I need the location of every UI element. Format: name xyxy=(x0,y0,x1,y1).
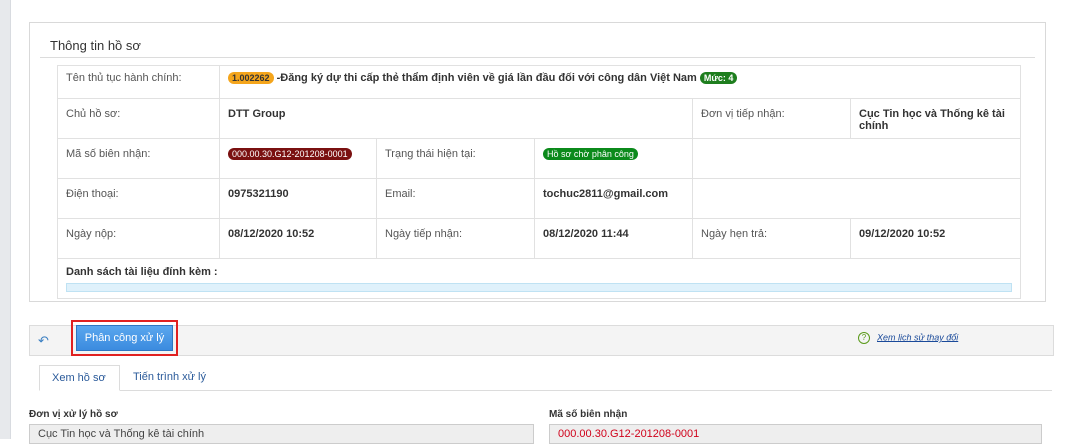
due-date-value: 09/12/2020 10:52 xyxy=(849,218,1022,259)
receipt-number-label: Mã số biên nhận xyxy=(549,409,628,420)
empty-cell xyxy=(691,178,1022,219)
email-value: tochuc2811@gmail.com xyxy=(534,178,693,219)
phone-value: 0975321190 xyxy=(219,178,377,219)
record-info-table: Tên thủ tục hành chính: 1.002262 -Đăng k… xyxy=(56,65,1022,299)
receipt-no-label: Mã số biên nhận: xyxy=(57,138,220,179)
table-row: Tên thủ tục hành chính: 1.002262 -Đăng k… xyxy=(57,65,1022,99)
panel-title: Thông tin hồ sơ xyxy=(50,38,141,53)
empty-cell xyxy=(691,138,1022,179)
procedure-value: 1.002262 -Đăng ký dự thi cấp thẻ thẩm đị… xyxy=(218,65,1022,99)
receipt-no-badge: 000.00.30.G12-201208-0001 xyxy=(228,148,352,160)
tab-view-record[interactable]: Xem hồ sơ xyxy=(39,365,120,391)
owner-value: DTT Group xyxy=(219,98,693,139)
table-row: Chủ hồ sơ: DTT Group Đơn vị tiếp nhận: C… xyxy=(57,98,1022,139)
procedure-code-badge: 1.002262 xyxy=(228,72,274,84)
status-label: Trạng thái hiện tại: xyxy=(376,138,535,179)
procedure-name: -Đăng ký dự thi cấp thẻ thẩm định viên v… xyxy=(276,72,697,84)
tab-processing-progress[interactable]: Tiến trình xử lý xyxy=(121,365,218,389)
submit-date-label: Ngày nộp: xyxy=(57,218,220,259)
history-link-label: Xem lịch sử thay đổi xyxy=(877,332,959,343)
record-info-panel: Thông tin hồ sơ Tên thủ tục hành chính: … xyxy=(29,22,1046,302)
status-cell: Hồ sơ chờ phân công xyxy=(534,138,693,179)
panel-title-divider xyxy=(40,57,1035,58)
phone-label: Điện thoại: xyxy=(57,178,220,219)
receiving-unit-value: Cục Tin học và Thống kê tài chính xyxy=(849,98,1022,139)
attachments-list xyxy=(66,283,1013,292)
receipt-number-field[interactable]: 000.00.30.G12-201208-0001 xyxy=(549,424,1042,444)
assign-button-highlight: Phân công xử lý xyxy=(71,320,178,356)
table-row: Mã số biên nhận: 000.00.30.G12-201208-00… xyxy=(57,138,1022,179)
left-sidebar-strip xyxy=(0,0,10,439)
receipt-no-cell: 000.00.30.G12-201208-0001 xyxy=(219,138,377,179)
record-tabs: Xem hồ sơ Tiến trình xử lý xyxy=(39,365,1052,391)
assign-processing-button[interactable]: Phân công xử lý xyxy=(76,325,173,351)
due-date-label: Ngày hẹn trả: xyxy=(692,218,851,259)
action-toolbar: ↶ Phân công xử lý ? Xem lịch sử thay đổi xyxy=(29,320,1054,356)
history-link[interactable]: ? Xem lịch sử thay đổi xyxy=(858,332,958,344)
email-label: Email: xyxy=(376,178,535,219)
attachments-cell: Danh sách tài liệu đính kèm : xyxy=(56,258,1022,299)
received-date-value: 08/12/2020 11:44 xyxy=(534,218,693,259)
refresh-icon[interactable]: ↶ xyxy=(38,334,52,348)
submit-date-value: 08/12/2020 10:52 xyxy=(219,218,377,259)
table-row: Điện thoại: 0975321190 Email: tochuc2811… xyxy=(57,178,1022,219)
attachments-label: Danh sách tài liệu đính kèm : xyxy=(66,266,218,278)
receiving-unit-label: Đơn vị tiếp nhận: xyxy=(692,98,851,139)
history-icon: ? xyxy=(858,332,870,344)
processing-unit-label: Đơn vị xử lý hồ sơ xyxy=(29,409,118,420)
table-row: Ngày nộp: 08/12/2020 10:52 Ngày tiếp nhậ… xyxy=(57,218,1022,259)
status-badge: Hồ sơ chờ phân công xyxy=(543,148,638,160)
level-badge: Mức: 4 xyxy=(699,72,738,84)
procedure-label: Tên thủ tục hành chính: xyxy=(57,65,220,99)
received-date-label: Ngày tiếp nhận: xyxy=(376,218,535,259)
table-row: Danh sách tài liệu đính kèm : xyxy=(56,258,1022,299)
owner-label: Chủ hồ sơ: xyxy=(57,98,220,139)
processing-unit-field[interactable]: Cục Tin học và Thống kê tài chính xyxy=(29,424,534,444)
